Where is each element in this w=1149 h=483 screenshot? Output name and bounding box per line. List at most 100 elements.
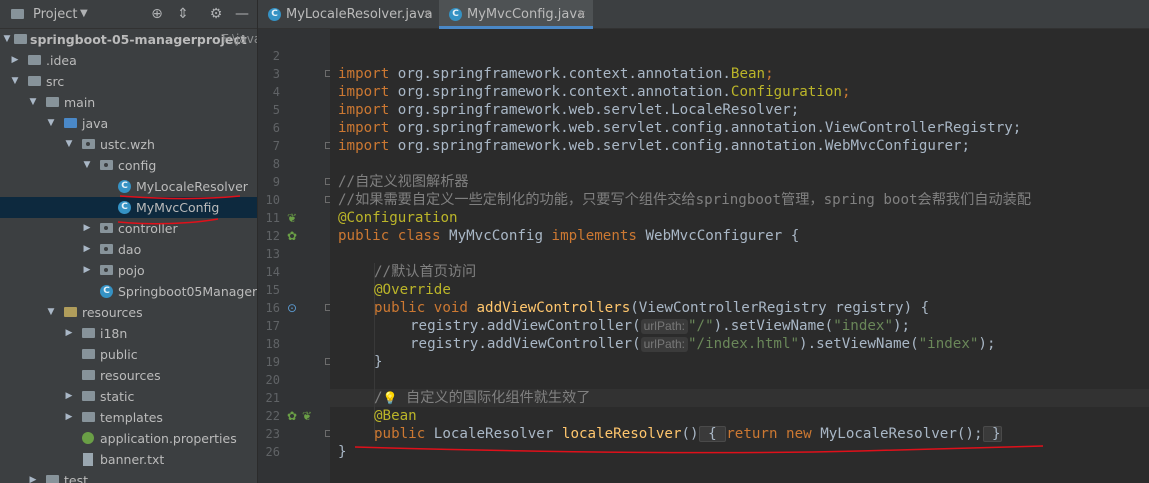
tab-label: MyMvcConfig.java [467, 7, 586, 22]
chevron-down-icon[interactable]: ▼ [46, 113, 56, 134]
spring-config-icon[interactable]: ✿ [287, 229, 297, 243]
close-icon[interactable]: ✕ [577, 0, 586, 29]
tab-label: MyLocaleResolver.java [286, 7, 433, 22]
tree-item-label: resources [82, 305, 143, 320]
line-number: 5 [272, 103, 280, 117]
tab-mymvcconfig[interactable]: C MyMvcConfig.java ✕ [439, 0, 593, 29]
line-number: 10 [265, 193, 280, 207]
tree-item-application-class[interactable]: C Springboot05Managerp [0, 281, 257, 302]
project-view-selector[interactable]: Project [33, 7, 77, 22]
line-number: 16 [265, 301, 280, 315]
keyword: public [374, 426, 434, 442]
code-text: WebMvcConfigurer { [645, 228, 800, 244]
close-icon[interactable]: ✕ [423, 0, 432, 29]
code-editor[interactable]: import org.springframework.context.annot… [330, 29, 1149, 483]
spring-bean-icon[interactable]: ✿ [287, 409, 297, 423]
chevron-right-icon[interactable]: ▶ [28, 470, 38, 483]
chevron-right-icon[interactable]: ▶ [64, 323, 74, 344]
chevron-right-icon[interactable]: ▶ [64, 386, 74, 407]
override-method-icon[interactable]: ⊙ [287, 301, 297, 315]
string: "/" [687, 318, 714, 334]
code-line-17: public void addViewControllers(ViewContr… [374, 299, 929, 317]
keyword: public void [374, 300, 477, 316]
chevron-down-icon[interactable]: ▼ [82, 155, 92, 176]
keyword: implements [551, 228, 646, 244]
tree-item-static[interactable]: ▶ static [0, 386, 257, 407]
code-line-15: //默认首页访问 [374, 264, 477, 280]
chevron-down-icon[interactable]: ▼ [28, 92, 38, 113]
keyword: import [338, 84, 390, 100]
tree-item-public[interactable]: public [0, 344, 257, 365]
parameter-hint: urlPath: [640, 319, 688, 334]
package-icon [100, 160, 113, 170]
code-line-3: import org.springframework.context.annot… [338, 65, 774, 83]
lightbulb-icon[interactable]: 💡 [383, 391, 398, 405]
project-panel: Project ▼ ⊕ ⇕ ⚙ — ▼ springboot-05-manage… [0, 0, 258, 483]
code-text: ; [841, 84, 851, 100]
tree-item-controller[interactable]: ▶ controller [0, 218, 257, 239]
folded-region[interactable]: { [698, 426, 727, 442]
tree-item-dao[interactable]: ▶ dao [0, 239, 257, 260]
spring-bean-icon[interactable]: ❦ [302, 409, 312, 423]
tree-item-label: Springboot05Managerp [118, 284, 258, 299]
tree-item-mylocaleresolver[interactable]: C MyLocaleResolver [0, 176, 257, 197]
locate-icon[interactable]: ⊕ [148, 5, 166, 23]
resources-folder-icon [64, 307, 77, 317]
keyword: import [338, 120, 390, 136]
tree-item-idea[interactable]: ▶ .idea [0, 50, 257, 71]
chevron-down-icon[interactable]: ▼ [80, 8, 88, 19]
tree-item-resources[interactable]: resources [0, 365, 257, 386]
tree-item-label: MyMvcConfig [136, 200, 220, 215]
tree-item-project-root[interactable]: ▼ springboot-05-managerproject F:\java_c… [0, 29, 257, 50]
tree-item-java[interactable]: ▼ java [0, 113, 257, 134]
spring-bean-icon[interactable]: ❦ [287, 211, 297, 225]
tab-mylocaleresolver[interactable]: C MyLocaleResolver.java ✕ [258, 0, 439, 29]
hide-icon[interactable]: — [233, 5, 251, 23]
tree-item-config[interactable]: ▼ config [0, 155, 257, 176]
code-text: (ViewControllerRegistry registry) { [630, 300, 930, 316]
chevron-right-icon[interactable]: ▶ [82, 218, 92, 239]
tree-item-pojo[interactable]: ▶ pojo [0, 260, 257, 281]
tree-item-i18n[interactable]: ▶ i18n [0, 323, 257, 344]
line-number: 17 [265, 319, 280, 333]
line-number: 11 [265, 211, 280, 225]
code-line-4: import org.springframework.context.annot… [338, 83, 851, 101]
tree-item-label: springboot-05-managerproject [30, 32, 247, 47]
chevron-right-icon[interactable]: ▶ [82, 239, 92, 260]
code-text: org.springframework.web.servlet.config.a… [389, 138, 971, 154]
line-number: 9 [272, 175, 280, 189]
tree-item-application-properties[interactable]: application.properties [0, 428, 257, 449]
tree-item-banner-txt[interactable]: banner.txt [0, 449, 257, 470]
tree-item-label: MyLocaleResolver [136, 179, 248, 194]
code-text: org.springframework.web.servlet.config.a… [389, 120, 1022, 136]
line-number: 22 [265, 409, 280, 423]
line-number: 14 [265, 265, 280, 279]
collapse-all-icon[interactable]: ⇕ [174, 5, 192, 23]
code-line-12: public class MyMvcConfig implements WebM… [338, 227, 799, 245]
gear-icon[interactable]: ⚙ [207, 5, 225, 23]
tree-item-mymvcconfig[interactable]: C MyMvcConfig [0, 197, 257, 218]
tree-item-resources-root[interactable]: ▼ resources [0, 302, 257, 323]
code-line-26: } [338, 444, 347, 460]
chevron-right-icon[interactable]: ▶ [64, 407, 74, 428]
chevron-right-icon[interactable]: ▶ [10, 50, 20, 71]
tree-item-label: dao [118, 242, 142, 257]
folded-region[interactable]: } [982, 426, 1002, 442]
tree-item-test[interactable]: ▶ test [0, 470, 257, 483]
chevron-down-icon[interactable]: ▼ [2, 29, 12, 50]
code-text: localeResolver [561, 426, 682, 442]
chevron-down-icon[interactable]: ▼ [46, 302, 56, 323]
tree-item-ustc-wzh[interactable]: ▼ ustc.wzh [0, 134, 257, 155]
chevron-right-icon[interactable]: ▶ [82, 260, 92, 281]
tree-item-src[interactable]: ▼ src [0, 71, 257, 92]
code-line-20: } [374, 354, 383, 370]
chevron-down-icon[interactable]: ▼ [10, 71, 20, 92]
code-text: ).setViewName( [713, 318, 834, 334]
project-path: F:\java_code\4.SpringBootCode\springboot… [222, 32, 258, 46]
tree-item-templates[interactable]: ▶ templates [0, 407, 257, 428]
line-number: 13 [265, 247, 280, 261]
chevron-down-icon[interactable]: ▼ [64, 134, 74, 155]
tree-item-main[interactable]: ▼ main [0, 92, 257, 113]
tree-item-label: config [118, 158, 157, 173]
folder-icon [28, 55, 41, 65]
